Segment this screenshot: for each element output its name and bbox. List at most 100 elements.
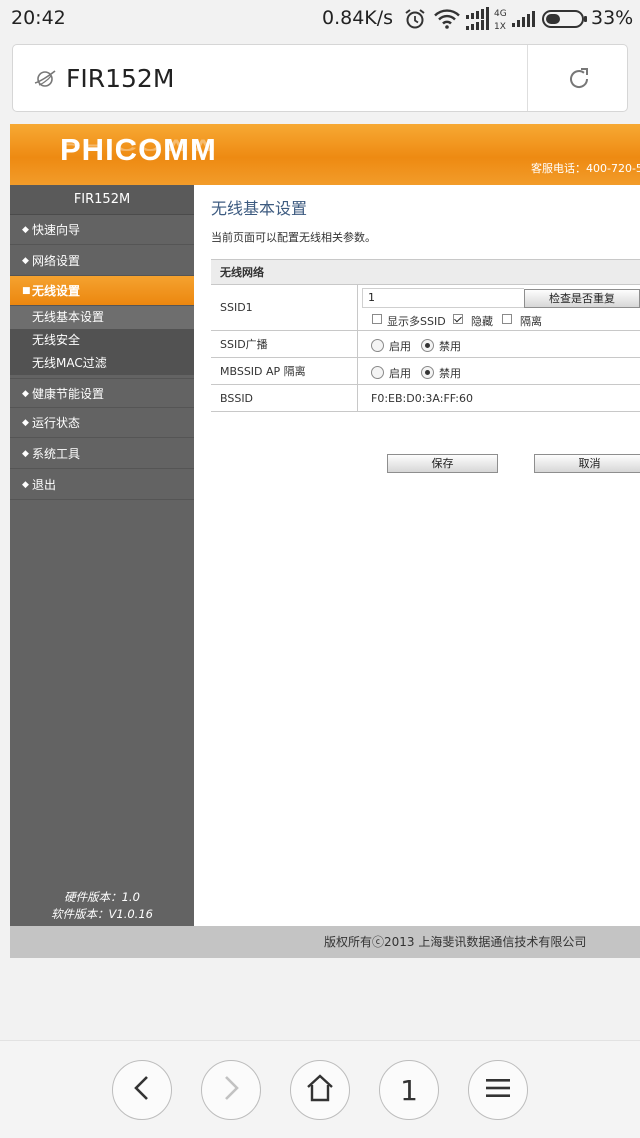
alarm-icon [404,9,426,33]
section-header: 无线网络 [211,260,640,285]
page-description: 当前页面可以配置无线相关参数。 [211,231,376,244]
wifi-icon [434,9,460,33]
reload-icon[interactable] [565,65,593,97]
mbssid-disable-label: 禁用 [439,367,461,380]
sidebar-item-label: 无线设置 [32,284,81,298]
sidebar-item-label: 快速向导 [32,223,81,237]
table-row-mbssid-isolation: MBSSID AP 隔离 启用 禁用 [211,358,640,385]
globe-icon [33,67,57,95]
sidebar-item-label: 系统工具 [32,447,81,461]
network-type-4g: 4G [494,9,507,19]
cancel-button[interactable]: 取消 [534,454,640,473]
forward-icon [220,1075,242,1105]
sidebar-item-running-status[interactable]: ◆ 运行状态 [10,408,194,438]
mbssid-isolation-label: MBSSID AP 隔离 [211,358,358,384]
sidebar-subitem-label: 无线安全 [32,333,81,347]
ssid1-label: SSID1 [211,285,358,330]
table-row-bssid: BSSID F0:EB:D0:3A:FF:60 [211,385,640,412]
logo-reflection: PHICOMM [60,135,217,155]
save-button[interactable]: 保存 [387,454,498,473]
back-button[interactable] [112,1060,172,1120]
bssid-label: BSSID [211,385,358,411]
copyright-footer: 版权所有ⓒ2013 上海斐讯数据通信技术有限公司 [10,926,640,958]
mbssid-enable-radio[interactable] [371,366,384,379]
sidebar: FIR152M ◆ 快速向导 ◆ 网络设置 ■ 无线设置 无线基本设置 无线安全 无线… [10,185,194,926]
main-content: 无线基本设置 当前页面可以配置无线相关参数。 无线网络 SSID1 1 检查是否… [194,185,640,926]
bssid-value: F0:EB:D0:3A:FF:60 [371,392,473,405]
address-divider [527,45,528,111]
battery-icon [542,9,588,33]
sidebar-subitem-wireless-basic[interactable]: 无线基本设置 [10,306,194,329]
router-admin-page: PHICOMM PHICOMM 客服电话：400-720-56 FIR152M … [10,124,640,958]
broadcast-disable-radio[interactable] [421,339,434,352]
copyright-text: 版权所有ⓒ2013 上海斐讯数据通信技术有限公司 [324,935,587,949]
signal-icon: 4G 1X [466,7,512,35]
battery-percent: 33% [591,7,634,29]
ssid-broadcast-label: SSID广播 [211,331,358,357]
show-multi-ssid-checkbox[interactable] [372,314,382,324]
address-bar[interactable]: FIR152M [12,44,628,112]
back-icon [131,1075,153,1105]
software-version: 软件版本：V1.0.16 [51,907,153,921]
hardware-version: 硬件版本：1.0 [64,890,140,904]
tabs-button[interactable]: 1 [379,1060,439,1120]
broadcast-enable-radio[interactable] [371,339,384,352]
mbssid-isolation-value-cell: 启用 禁用 [358,358,640,384]
bullet-icon: ◆ [22,449,29,459]
isolate-checkbox[interactable] [502,314,512,324]
mbssid-enable-label: 启用 [389,367,411,380]
url-text[interactable]: FIR152M [66,64,174,93]
sidebar-item-wireless-settings[interactable]: ■ 无线设置 [10,276,194,306]
sidebar-subitem-wireless-mac-filter[interactable]: 无线MAC过滤 [10,352,194,375]
bullet-icon: ◆ [22,225,29,235]
sidebar-item-label: 退出 [32,478,57,492]
hide-ssid-checkbox[interactable] [453,314,463,324]
hide-ssid-label: 隐藏 [471,315,493,328]
sidebar-item-label: 健康节能设置 [32,387,105,401]
bullet-icon: ◆ [22,480,29,490]
menu-button[interactable] [468,1060,528,1120]
status-bar: 20:42 0.84K/s 4G 1X 33% [0,0,640,36]
bullet-icon: ■ [22,286,31,296]
isolate-label: 隔离 [520,315,542,328]
show-multi-ssid-label: 显示多SSID [387,315,446,328]
mbssid-disable-radio[interactable] [421,366,434,379]
page-title: 无线基本设置 [211,199,308,218]
sidebar-item-network-settings[interactable]: ◆ 网络设置 [10,246,194,276]
ssid1-input[interactable]: 1 [362,288,524,308]
browser-screen: 20:42 0.84K/s 4G 1X 33% FIR152M PHICOMM … [0,0,640,1138]
table-row-ssid-broadcast: SSID广播 启用 禁用 [211,331,640,358]
header-banner: PHICOMM PHICOMM 客服电话：400-720-56 [10,124,640,185]
status-net-speed: 0.84K/s [322,7,394,29]
service-hotline: 客服电话：400-720-56 [531,162,640,175]
bullet-icon: ◆ [22,418,29,428]
forward-button[interactable] [201,1060,261,1120]
home-button[interactable] [290,1060,350,1120]
wireless-settings-table: 无线网络 SSID1 1 检查是否重复 显示多SSID 隐藏 隔离 SSID广播… [211,259,640,412]
home-icon [305,1074,335,1106]
broadcast-disable-label: 禁用 [439,340,461,353]
status-time: 20:42 [11,7,66,29]
sidebar-model: FIR152M [10,185,194,215]
sidebar-item-health-power[interactable]: ◆ 健康节能设置 [10,378,194,408]
menu-icon [485,1077,511,1103]
sidebar-subitem-wireless-security[interactable]: 无线安全 [10,329,194,352]
sidebar-item-logout[interactable]: ◆ 退出 [10,470,194,500]
sidebar-item-label: 运行状态 [32,416,81,430]
sidebar-subitem-label: 无线MAC过滤 [32,356,107,370]
ssid-broadcast-value-cell: 启用 禁用 [358,331,640,357]
ssid1-value-cell: 1 检查是否重复 显示多SSID 隐藏 隔离 [358,285,640,330]
sidebar-subitem-label: 无线基本设置 [32,310,105,324]
sidebar-item-quick-wizard[interactable]: ◆ 快速向导 [10,215,194,245]
bssid-value-cell: F0:EB:D0:3A:FF:60 [358,385,640,411]
check-duplicate-button[interactable]: 检查是否重复 [524,289,640,308]
sidebar-item-system-tools[interactable]: ◆ 系统工具 [10,439,194,469]
browser-bottom-nav: 1 [0,1040,640,1138]
broadcast-enable-label: 启用 [389,340,411,353]
signal-icon [512,10,536,32]
tab-count: 1 [400,1073,418,1107]
network-type-1x: 1X [494,22,506,31]
table-row-ssid1: SSID1 1 检查是否重复 显示多SSID 隐藏 隔离 [211,285,640,331]
sidebar-item-label: 网络设置 [32,254,81,268]
bullet-icon: ◆ [22,256,29,266]
